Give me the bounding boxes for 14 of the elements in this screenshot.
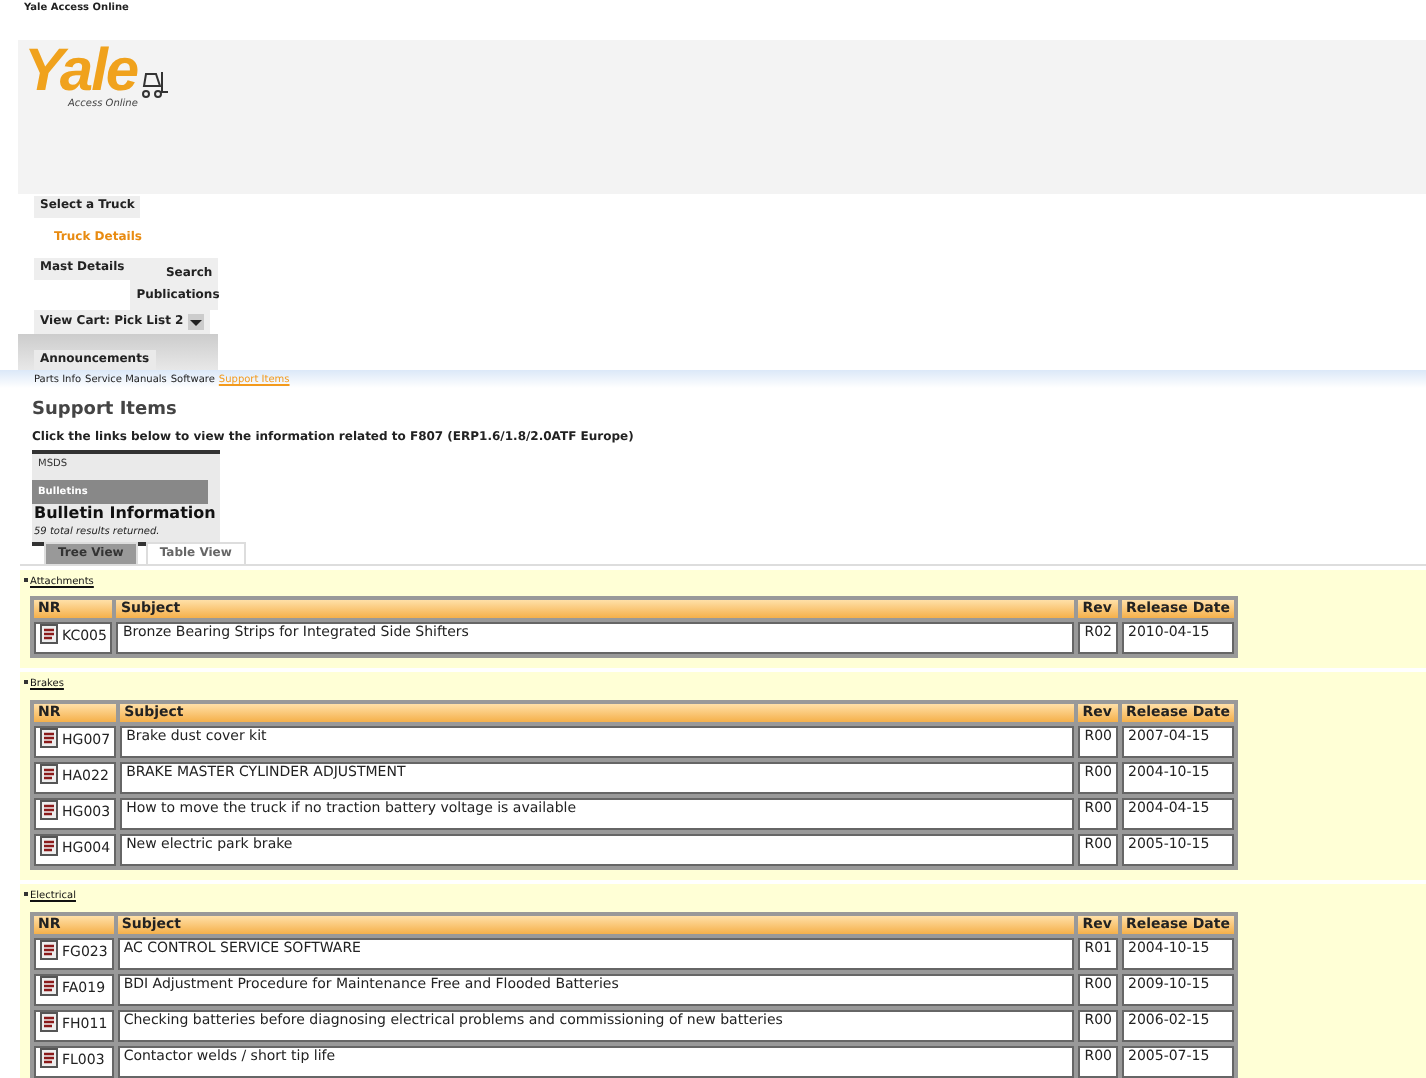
- pdf-icon[interactable]: [40, 764, 58, 785]
- pdf-icon[interactable]: [40, 1048, 58, 1069]
- logo-text: Yale: [24, 44, 138, 100]
- page-heading: Support Items: [32, 400, 179, 422]
- dropdown-icon[interactable]: [187, 314, 204, 331]
- pdf-icon[interactable]: [40, 976, 58, 996]
- pdf-icon[interactable]: [40, 836, 58, 857]
- pdf-icon[interactable]: [40, 800, 58, 821]
- forklift-icon: [137, 68, 170, 100]
- pdf-icon[interactable]: [40, 939, 58, 960]
- pdf-icon[interactable]: [40, 1012, 58, 1033]
- results-title: Bulletin Information: [32, 506, 218, 524]
- pdf-icon[interactable]: [40, 624, 58, 645]
- pdf-icon[interactable]: [40, 727, 58, 748]
